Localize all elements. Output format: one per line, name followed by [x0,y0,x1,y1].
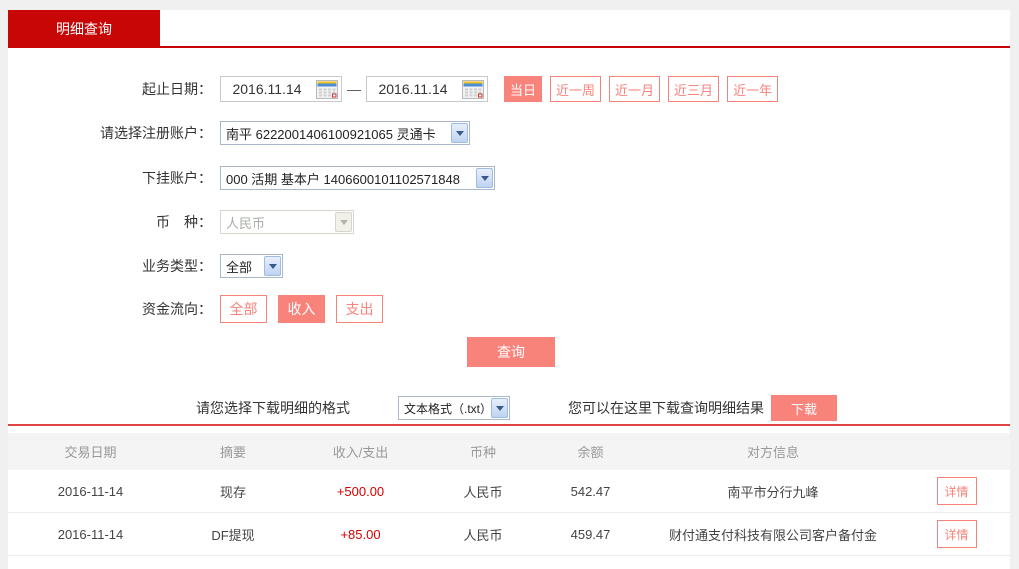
cell-currency: 人民币 [463,527,503,543]
cell-amount: +500.00 [336,483,385,499]
currency-label: 币 种： [156,214,212,230]
download-row: 请您选择下载明细的格式 文本格式（.txt） 您可以在这里下载查询明细结果 下载 [8,395,1010,423]
header-counterparty: 对方信息 [746,445,799,460]
start-date-input[interactable] [221,78,313,100]
currency-value: 人民币 [226,215,266,231]
fund-flow-all-button[interactable]: 全部 [220,295,267,323]
cell-transaction-date: 2016-11-14 [57,526,124,542]
linked-account-select[interactable]: 000 活期 基本户 1406600101102571848 [220,166,495,190]
business-type-row: 业务类型： 全部 [8,252,1010,280]
detail-button[interactable]: 详情 [936,520,977,548]
cell-balance: 459.47 [570,526,611,542]
business-type-label: 业务类型： [142,258,212,274]
currency-select: 人民币 [220,210,354,234]
business-type-select[interactable]: 全部 [220,254,283,278]
detail-button[interactable]: 详情 [936,477,977,505]
cell-counterparty: 南平市分行九峰 [727,484,819,500]
download-hint-text: 您可以在这里下载查询明细结果 [568,400,764,416]
end-date-input[interactable] [367,78,459,100]
date-range-label: 起止日期： [142,81,212,97]
header-balance: 余额 [577,445,604,460]
table-row: 2016-11-14 DF提现 +85.00 人民币 459.47 财付通支付科… [8,513,1010,556]
registered-account-value: 南平 6222001406100921065 灵通卡 [226,126,436,142]
header-transaction-date: 交易日期 [64,445,117,460]
start-date-field[interactable] [220,76,342,102]
currency-row: 币 种： 人民币 [8,208,1010,236]
header-income-expense: 收入/支出 [332,445,389,460]
quick-range-month-button[interactable]: 近一月 [609,76,661,102]
cell-currency: 人民币 [463,484,503,500]
cell-counterparty: 财付通支付科技有限公司客户备付金 [668,527,877,543]
chevron-down-icon [335,212,352,232]
end-date-field[interactable] [366,76,488,102]
cell-balance: 542.47 [570,483,611,499]
fund-flow-row: 资金流向： 全部 收入 支出 [8,295,1010,323]
calendar-icon[interactable] [462,80,484,99]
linked-account-row: 下挂账户： 000 活期 基本户 1406600101102571848 [8,164,1010,192]
registered-account-row: 请选择注册账户： 南平 6222001406100921065 灵通卡 [8,119,1010,147]
chevron-down-icon[interactable] [451,123,468,143]
cell-transaction-date: 2016-11-14 [57,483,124,499]
chevron-down-icon[interactable] [476,168,493,188]
cell-amount: +85.00 [340,526,381,542]
download-format-select[interactable]: 文本格式（.txt） [398,396,510,420]
registered-account-select[interactable]: 南平 6222001406100921065 灵通卡 [220,121,470,145]
chevron-down-icon[interactable] [491,398,508,418]
cell-summary: DF提现 [211,527,255,543]
quick-range-week-button[interactable]: 近一周 [550,76,602,102]
query-button[interactable]: 查询 [467,337,555,367]
fund-flow-label: 资金流向： [142,301,212,317]
chevron-down-icon[interactable] [264,256,281,276]
tab-detail-query[interactable]: 明细查询 [8,10,160,48]
content-panel: 明细查询 起止日期： — [8,10,1010,569]
download-format-label: 请您选择下载明细的格式 [196,400,350,416]
calendar-icon[interactable] [316,80,338,99]
download-button[interactable]: 下载 [771,395,837,421]
quick-range-today-button[interactable]: 当日 [504,76,543,102]
registered-account-label: 请选择注册账户： [100,125,212,141]
download-format-value: 文本格式（.txt） [404,401,493,416]
cell-summary: 现存 [219,484,246,500]
header-summary: 摘要 [219,445,246,460]
table-header-row: 交易日期 摘要 收入/支出 币种 余额 对方信息 [8,433,1010,470]
linked-account-label: 下挂账户： [142,170,212,186]
linked-account-value: 000 活期 基本户 1406600101102571848 [226,171,460,187]
fund-flow-expense-button[interactable]: 支出 [336,295,383,323]
date-range-row: 起止日期： — [8,75,1010,103]
fund-flow-income-button[interactable]: 收入 [278,295,325,323]
header-currency: 币种 [469,445,496,460]
results-table: 交易日期 摘要 收入/支出 币种 余额 对方信息 2016-11-14 现存 +… [8,424,1010,556]
tab-bar: 明细查询 [8,10,1010,48]
quick-range-year-button[interactable]: 近一年 [727,76,779,102]
date-separator: — [347,81,361,97]
table-row: 2016-11-14 现存 +500.00 人民币 542.47 南平市分行九峰… [8,470,1010,513]
business-type-value: 全部 [226,259,253,275]
quick-range-3months-button[interactable]: 近三月 [668,76,720,102]
